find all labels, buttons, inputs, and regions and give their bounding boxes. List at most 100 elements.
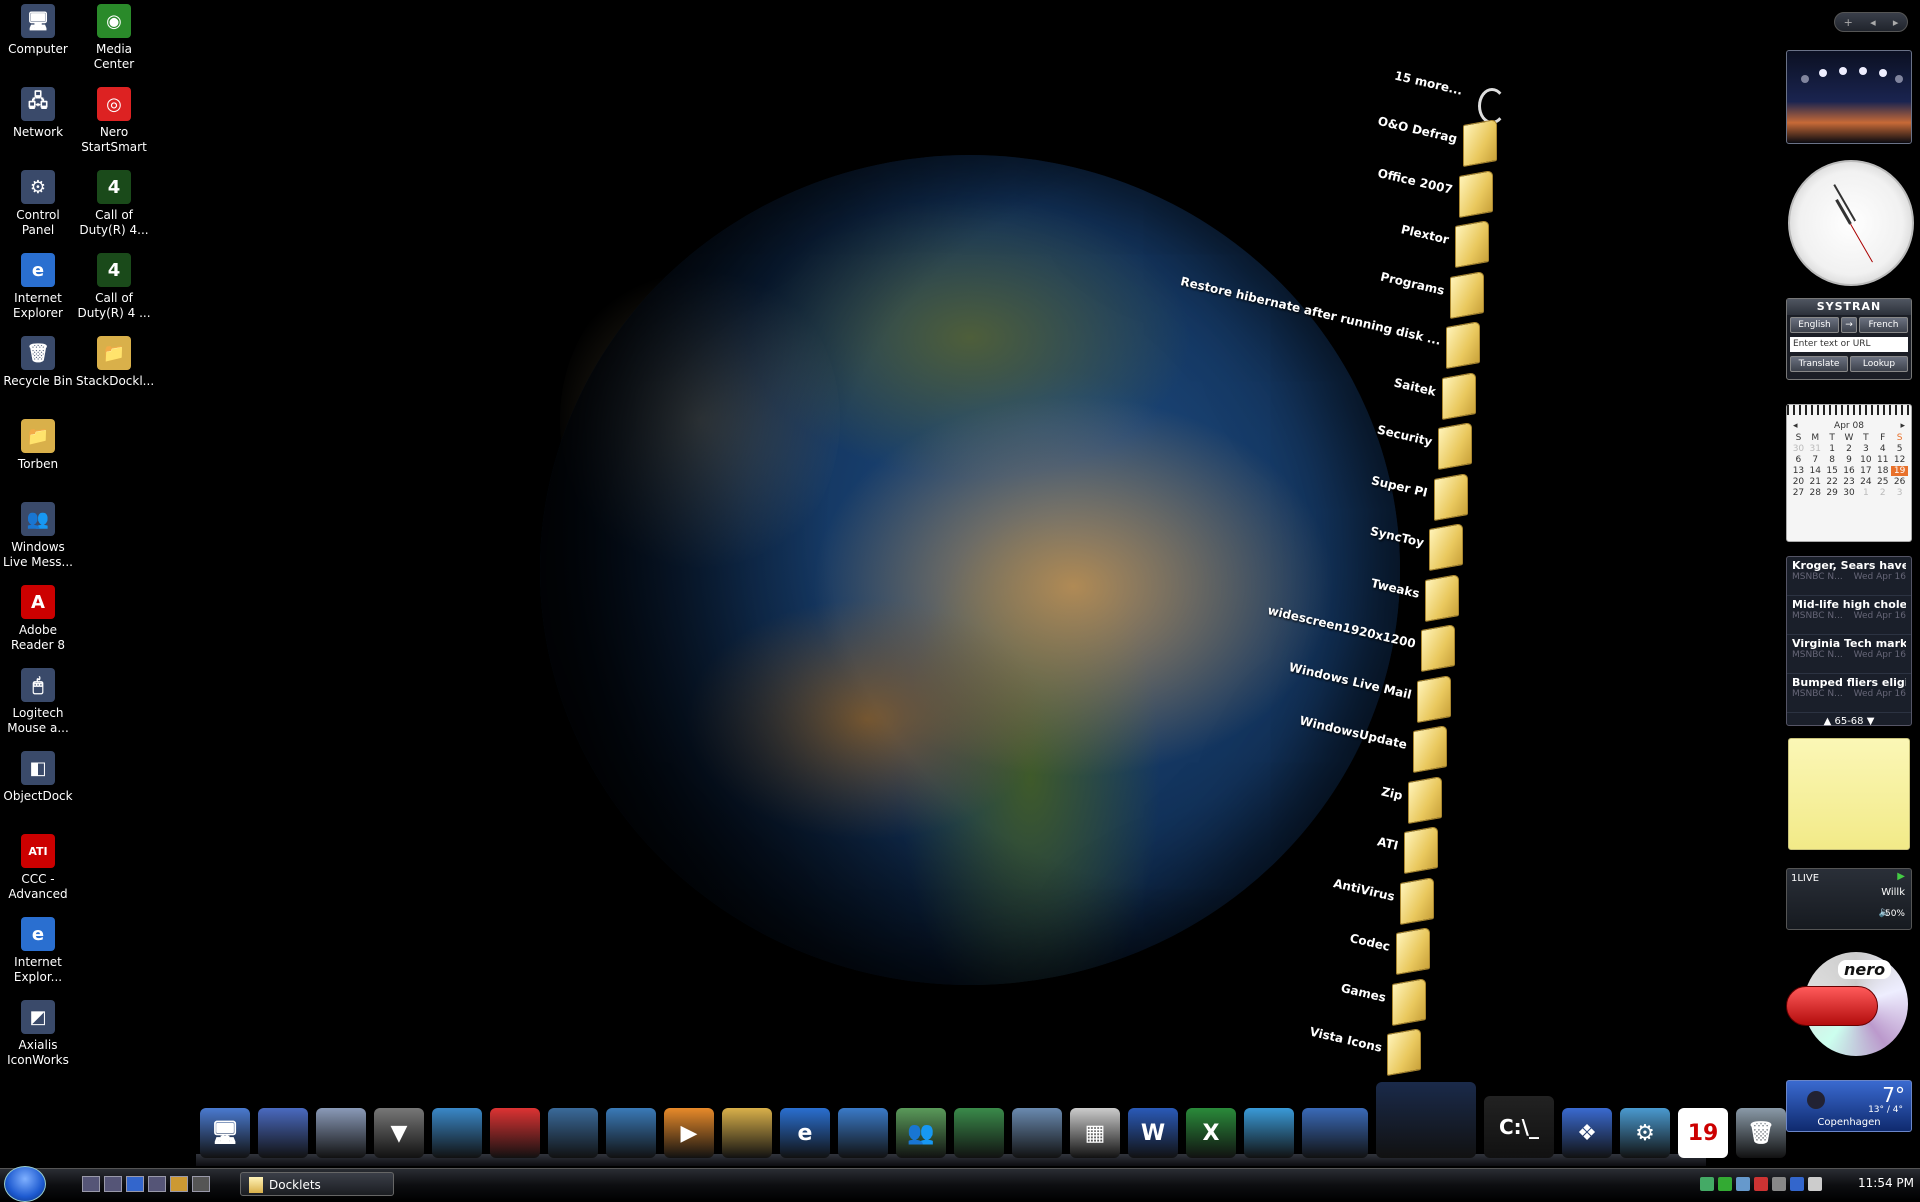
desktop-icon[interactable]: 🗑 Recycle Bin — [0, 336, 76, 389]
mail-quicklaunch-icon[interactable] — [148, 1176, 166, 1192]
calendar-day[interactable]: 30 — [1841, 488, 1858, 498]
tray-icon[interactable] — [1718, 1177, 1732, 1191]
desktop-icon[interactable]: ◧ ObjectDock — [0, 751, 76, 804]
quill-icon[interactable] — [1244, 1108, 1294, 1158]
calendar-day[interactable]: 6 — [1790, 455, 1807, 465]
calendar-day[interactable]: 31 — [1807, 444, 1824, 454]
desktop-icon[interactable]: 👥 Windows Live Mess... — [0, 502, 76, 569]
prev-month-icon[interactable]: ◂ — [1793, 421, 1798, 431]
nero-gadget[interactable]: nero — [1782, 950, 1910, 1062]
calendar-day[interactable]: 15 — [1824, 466, 1841, 476]
calendar-day[interactable]: 17 — [1857, 466, 1874, 476]
calendar-day[interactable]: 2 — [1841, 444, 1858, 454]
calendar-day[interactable]: 24 — [1857, 477, 1874, 487]
next-month-icon[interactable]: ▸ — [1900, 421, 1905, 431]
stack-refresh-icon[interactable] — [1478, 88, 1506, 124]
calculator-icon[interactable]: ▦ — [1070, 1108, 1120, 1158]
show-desktop-icon[interactable] — [82, 1176, 100, 1192]
stack-folder-item[interactable]: O&O Defrag — [1197, 114, 1497, 167]
calendar-day[interactable]: 8 — [1824, 455, 1841, 465]
stack-more-item[interactable]: 15 more... — [1350, 69, 1500, 118]
stack-folder-item[interactable]: Security — [1172, 422, 1472, 470]
calendar-day[interactable]: 3 — [1857, 444, 1874, 454]
taskbar-clock[interactable]: 11:54 PM — [1858, 1176, 1914, 1190]
desktop-icon[interactable]: 4 Call of Duty(R) 4 ... — [76, 253, 152, 320]
calendar-day[interactable]: 12 — [1891, 455, 1908, 465]
settings-icon[interactable]: ⚙ — [1620, 1108, 1670, 1158]
calendar-day[interactable]: 22 — [1824, 477, 1841, 487]
calendar-day[interactable]: 3 — [1891, 488, 1908, 498]
news-item[interactable]: Mid-life high cholest...MSNBC N... Wed Ap… — [1787, 596, 1911, 635]
command-prompt-icon[interactable]: C:\_ — [1484, 1096, 1554, 1158]
calendar-day[interactable]: 27 — [1790, 488, 1807, 498]
window-icon[interactable] — [1302, 1108, 1368, 1158]
calendar-day[interactable]: 19 — [1891, 466, 1908, 476]
desktop-icon[interactable]: ◩ Axialis IconWorks — [0, 1000, 76, 1067]
network-icon[interactable] — [258, 1108, 308, 1158]
calendar-day[interactable]: 1 — [1857, 488, 1874, 498]
stack-folder-item[interactable]: Restore hibernate after running disk ... — [1179, 274, 1481, 369]
stack-folder-item[interactable]: Super PI — [1168, 472, 1468, 521]
stack-folder-item[interactable]: Saitek — [1176, 371, 1476, 420]
security-shield-icon[interactable] — [490, 1108, 540, 1158]
outlook-icon[interactable] — [838, 1108, 888, 1158]
add-gadget-icon[interactable]: + — [1844, 16, 1853, 29]
calendar-day[interactable]: 5 — [1891, 444, 1908, 454]
news-down-icon[interactable]: ▼ — [1867, 716, 1875, 727]
contacts-icon[interactable]: 👥 — [896, 1108, 946, 1158]
translate-button[interactable]: Translate — [1790, 356, 1848, 372]
desktop-icon[interactable]: e Internet Explorer — [0, 253, 76, 320]
calendar-day[interactable]: 13 — [1790, 466, 1807, 476]
desktop-icon[interactable]: ⚙ Control Panel — [0, 170, 76, 237]
tray-icon[interactable] — [1700, 1177, 1714, 1191]
word-icon[interactable]: W — [1128, 1108, 1178, 1158]
calendar-day[interactable]: 21 — [1807, 477, 1824, 487]
calendar-day[interactable]: 18 — [1874, 466, 1891, 476]
calendar-date-icon[interactable]: 19 — [1678, 1108, 1728, 1158]
news-item[interactable]: Bumped fliers eligibl...MSNBC N... Wed Ap… — [1787, 674, 1911, 713]
calendar-day[interactable]: 1 — [1824, 444, 1841, 454]
weather-gadget[interactable]: 7° 13° / 4° Copenhagen — [1786, 1080, 1912, 1132]
calendar-day[interactable]: 29 — [1824, 488, 1841, 498]
computer-icon[interactable]: 🖥 — [200, 1108, 250, 1158]
photo-icon[interactable] — [548, 1108, 598, 1158]
stack-folder-item[interactable]: Games — [1126, 977, 1426, 1026]
stack-folder-item[interactable]: SyncToy — [1163, 523, 1464, 571]
to-language-select[interactable]: French — [1859, 317, 1908, 333]
lookup-button[interactable]: Lookup — [1850, 356, 1908, 372]
desktop-icon[interactable]: e Internet Explor... — [0, 917, 76, 984]
astronaut-icon[interactable] — [1376, 1082, 1476, 1158]
calendar-day[interactable]: 9 — [1841, 455, 1858, 465]
calendar-day[interactable]: 7 — [1807, 455, 1824, 465]
stack-folder-item[interactable]: Vista Icons — [1121, 1025, 1422, 1076]
news-up-icon[interactable]: ▲ — [1824, 716, 1832, 727]
tray-icon[interactable] — [1736, 1177, 1750, 1191]
calendar-day[interactable]: 16 — [1841, 466, 1858, 476]
translate-input[interactable]: Enter text or URL — [1790, 337, 1908, 352]
ie-quicklaunch-icon[interactable] — [126, 1176, 144, 1192]
stack-folder-item[interactable]: AntiVirus — [1134, 876, 1434, 925]
folder-quicklaunch-icon[interactable] — [170, 1176, 188, 1192]
tray-icon[interactable] — [1790, 1177, 1804, 1191]
windows-logo-icon[interactable]: ❖ — [1562, 1108, 1612, 1158]
arrow-down-icon[interactable]: ▼ — [374, 1108, 424, 1158]
desktop-icon[interactable]: 🖧 Network — [0, 87, 76, 140]
next-page-icon[interactable]: ▸ — [1893, 16, 1899, 29]
calendar-day[interactable]: 26 — [1891, 477, 1908, 487]
calendar-day[interactable]: 14 — [1807, 466, 1824, 476]
nero-button[interactable] — [1786, 986, 1878, 1026]
calendar-day[interactable]: 11 — [1874, 455, 1891, 465]
windows-cards-icon[interactable] — [1012, 1108, 1062, 1158]
desktop-icon[interactable]: 📁 StackDockl... — [76, 336, 154, 389]
prev-page-icon[interactable]: ◂ — [1870, 16, 1876, 29]
calendar-day[interactable]: 30 — [1790, 444, 1807, 454]
calendar-day[interactable]: 25 — [1874, 477, 1891, 487]
calendar-day[interactable]: 23 — [1841, 477, 1858, 487]
stack-folder-item[interactable]: ATI — [1138, 826, 1439, 874]
desktop-icon[interactable]: 📁 Torben — [0, 419, 76, 472]
news-item[interactable]: Kroger, Sears have e...MSNBC N... Wed Apr… — [1787, 557, 1911, 596]
calendar-day[interactable]: 10 — [1857, 455, 1874, 465]
desktop-icon[interactable]: 4 Call of Duty(R) 4... — [76, 170, 152, 237]
sticky-note-gadget[interactable] — [1788, 738, 1910, 850]
stack-folder-item[interactable]: Plextor — [1189, 220, 1489, 268]
